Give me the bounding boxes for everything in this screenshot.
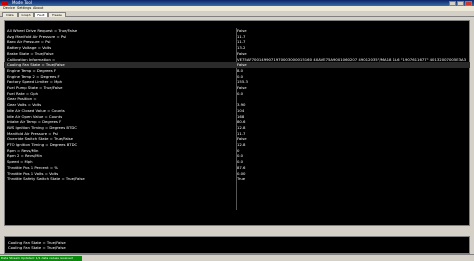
maximize-button[interactable] (457, 0, 464, 6)
close-button[interactable] (465, 0, 472, 6)
parameter-value: True (237, 176, 246, 182)
table-row[interactable]: Throttle Safety Switch State = True/Fals… (4, 176, 470, 182)
data-grid: All Wheel Drive Request = True/False Fals… (4, 28, 470, 210)
minimize-button[interactable] (449, 0, 456, 6)
app-icon (2, 1, 8, 5)
log-line: Cooling Fan State = True/False (8, 245, 66, 250)
status-bar: Data Stream Updated: 1/1 data values rec… (0, 254, 474, 261)
log-panel: Cooling Fan State = True/False Cooling F… (4, 236, 470, 254)
parameter-name: Throttle Safety Switch State = True/Fals… (7, 176, 85, 182)
